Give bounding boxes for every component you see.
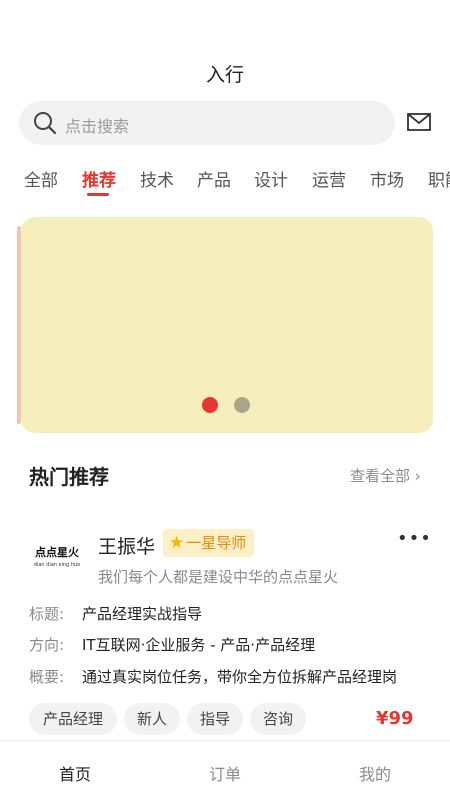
detail-direction-row: 方向: IT互联网·企业服务 - 产品·产品经理 — [29, 634, 315, 655]
tab-recommended[interactable]: 推荐 — [82, 166, 116, 191]
mentor-name[interactable]: 王振华 — [98, 532, 155, 559]
star-icon: ★ — [169, 533, 185, 553]
detail-summary-row: 概要: 通过真实岗位任务，带你全方位拆解产品经理岗 — [29, 666, 397, 687]
detail-title-label: 标题: — [29, 605, 65, 623]
detail-summary-label: 概要: — [29, 668, 65, 686]
avatar[interactable]: 点点星火 dian dian xing huo — [28, 534, 86, 574]
active-tab-indicator — [87, 193, 109, 196]
tag-guidance[interactable]: 指导 — [187, 703, 243, 735]
mentor-tagline: 我们每个人都是建设中华的点点星火 — [98, 568, 339, 586]
home-page: 入行 点击搜索 全部 推荐 技术 产品 设计 运营 市场 职能 热门推荐 查看全… — [0, 0, 450, 800]
search-input[interactable]: 点击搜索 — [19, 101, 395, 145]
tab-functions[interactable]: 职能 — [428, 166, 450, 191]
tag-consulting[interactable]: 咨询 — [250, 703, 306, 735]
search-placeholder: 点击搜索 — [65, 117, 130, 136]
banner-carousel[interactable] — [21, 217, 433, 433]
detail-title-value: 产品经理实战指导 — [82, 605, 203, 623]
bottom-navigation: 首页 订单 我的 — [0, 740, 450, 800]
tab-product[interactable]: 产品 — [197, 166, 231, 191]
category-tabs: 全部 推荐 技术 产品 设计 运营 市场 职能 — [0, 166, 450, 200]
search-icon — [34, 112, 57, 135]
tab-design[interactable]: 设计 — [254, 166, 288, 191]
nav-orders[interactable]: 订单 — [150, 761, 300, 785]
detail-direction-label: 方向: — [29, 636, 65, 654]
page-title: 入行 — [205, 64, 244, 86]
carousel-dot-active[interactable] — [202, 397, 218, 413]
mentor-level-label: 一星导师 — [186, 534, 247, 552]
detail-title-row: 标题: 产品经理实战指导 — [29, 603, 202, 624]
avatar-logo-text: 点点星火 — [35, 546, 79, 559]
tag-newcomer[interactable]: 新人 — [124, 703, 180, 735]
carousel-dot[interactable] — [234, 397, 250, 413]
tab-all[interactable]: 全部 — [24, 166, 58, 191]
mentor-level-badge: ★ 一星导师 — [163, 529, 255, 557]
tab-operations[interactable]: 运营 — [312, 166, 346, 191]
detail-direction-value: IT互联网·企业服务 - 产品·产品经理 — [82, 636, 316, 654]
avatar-logo-subtext: dian dian xing huo — [33, 562, 81, 568]
tab-tech[interactable]: 技术 — [140, 166, 174, 191]
see-all-link[interactable]: 查看全部 › — [350, 465, 421, 486]
tag-product-manager[interactable]: 产品经理 — [29, 703, 117, 735]
hot-section-title: 热门推荐 — [29, 465, 109, 489]
mail-icon[interactable] — [406, 110, 432, 134]
detail-summary-value: 通过真实岗位任务，带你全方位拆解产品经理岗 — [82, 668, 398, 686]
nav-profile[interactable]: 我的 — [300, 761, 450, 785]
tab-marketing[interactable]: 市场 — [370, 166, 404, 191]
price: ¥99 — [376, 708, 414, 729]
nav-home[interactable]: 首页 — [0, 761, 150, 785]
more-icon[interactable]: ••• — [397, 528, 432, 549]
